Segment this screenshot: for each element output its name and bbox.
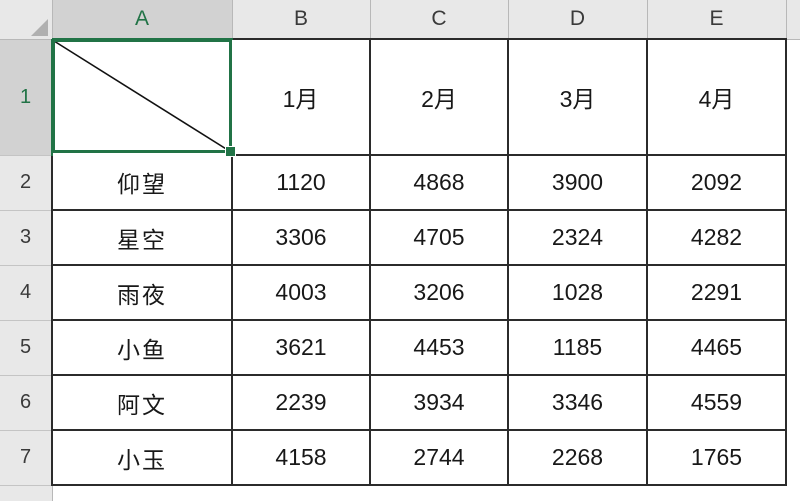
row-header-7[interactable]: 7 <box>0 430 53 486</box>
cell-f8-partial[interactable] <box>786 485 800 501</box>
cell-c7[interactable]: 2744 <box>370 430 509 486</box>
cell-b4[interactable]: 4003 <box>232 265 371 321</box>
cell-b7[interactable]: 4158 <box>232 430 371 486</box>
cell-e2[interactable]: 2092 <box>647 155 787 211</box>
column-header-a[interactable]: A <box>52 0 233 40</box>
cell-d4[interactable]: 1028 <box>508 265 648 321</box>
row-header-1[interactable]: 1 <box>0 39 53 156</box>
column-header-e[interactable]: E <box>647 0 787 40</box>
row-header-6[interactable]: 6 <box>0 375 53 431</box>
cell-f6-partial[interactable] <box>786 375 800 430</box>
cell-e1[interactable]: 4月 <box>647 38 787 156</box>
sheet-row-5: 5 小鱼 3621 4453 1185 4465 <box>0 320 800 376</box>
cell-b3[interactable]: 3306 <box>232 210 371 266</box>
cell-a7[interactable]: 小玉 <box>51 430 233 486</box>
cell-d2[interactable]: 3900 <box>508 155 648 211</box>
cell-f4-partial[interactable] <box>786 265 800 320</box>
cell-f2-partial[interactable] <box>786 155 800 210</box>
sheet-row-4: 4 雨夜 4003 3206 1028 2291 <box>0 265 800 321</box>
sheet-row-3: 3 星空 3306 4705 2324 4282 <box>0 210 800 266</box>
row-header-5[interactable]: 5 <box>0 320 53 376</box>
sheet-row-7: 7 小玉 4158 2744 2268 1765 <box>0 430 800 486</box>
cell-c1[interactable]: 2月 <box>370 38 509 156</box>
sheet-row-8-partial <box>0 485 800 501</box>
cell-b2[interactable]: 1120 <box>232 155 371 211</box>
cell-a8-partial[interactable] <box>52 485 232 501</box>
cell-e4[interactable]: 2291 <box>647 265 787 321</box>
cell-c6[interactable]: 3934 <box>370 375 509 431</box>
cell-a4[interactable]: 雨夜 <box>51 265 233 321</box>
cell-c8-partial[interactable] <box>370 485 508 501</box>
cell-f1-partial[interactable] <box>786 39 800 155</box>
cell-d8-partial[interactable] <box>508 485 647 501</box>
cell-d6[interactable]: 3346 <box>508 375 648 431</box>
cell-a2[interactable]: 仰望 <box>51 155 233 211</box>
column-header-b[interactable]: B <box>232 0 371 40</box>
cell-a6[interactable]: 阿文 <box>51 375 233 431</box>
sheet-row-2: 2 仰望 1120 4868 3900 2092 <box>0 155 800 211</box>
row-header-4[interactable]: 4 <box>0 265 53 321</box>
cell-a5[interactable]: 小鱼 <box>51 320 233 376</box>
cell-d1[interactable]: 3月 <box>508 38 648 156</box>
cell-d5[interactable]: 1185 <box>508 320 648 376</box>
cell-f3-partial[interactable] <box>786 210 800 265</box>
cell-c2[interactable]: 4868 <box>370 155 509 211</box>
cell-c4[interactable]: 3206 <box>370 265 509 321</box>
row-header-3[interactable]: 3 <box>0 210 53 266</box>
sheet-row-6: 6 阿文 2239 3934 3346 4559 <box>0 375 800 431</box>
row-header-2[interactable]: 2 <box>0 155 53 211</box>
spreadsheet-app: A B C D E 1 1月 2月 3月 4月 2 仰望 1120 4868 3… <box>0 0 800 501</box>
cell-d3[interactable]: 2324 <box>508 210 648 266</box>
cell-a1[interactable] <box>52 39 232 155</box>
cell-f5-partial[interactable] <box>786 320 800 375</box>
cell-b5[interactable]: 3621 <box>232 320 371 376</box>
cell-b1[interactable]: 1月 <box>232 38 371 156</box>
cell-e6[interactable]: 4559 <box>647 375 787 431</box>
select-all-triangle-icon <box>30 18 48 36</box>
cell-d7[interactable]: 2268 <box>508 430 648 486</box>
cell-b6[interactable]: 2239 <box>232 375 371 431</box>
select-all-corner[interactable] <box>0 0 53 40</box>
sheet-row-1: 1 1月 2月 3月 4月 <box>0 38 800 156</box>
row-header-8-partial[interactable] <box>0 485 53 501</box>
column-header-row: A B C D E <box>0 0 800 40</box>
cell-f7-partial[interactable] <box>786 430 800 485</box>
cell-b8-partial[interactable] <box>232 485 370 501</box>
spreadsheet-grid: A B C D E 1 1月 2月 3月 4月 2 仰望 1120 4868 3… <box>0 0 800 501</box>
column-header-c[interactable]: C <box>370 0 509 40</box>
cell-e7[interactable]: 1765 <box>647 430 787 486</box>
cell-e5[interactable]: 4465 <box>647 320 787 376</box>
cell-c3[interactable]: 4705 <box>370 210 509 266</box>
cell-c5[interactable]: 4453 <box>370 320 509 376</box>
fill-handle[interactable] <box>225 146 236 157</box>
column-header-d[interactable]: D <box>508 0 648 40</box>
cell-a3[interactable]: 星空 <box>51 210 233 266</box>
column-header-f-partial[interactable] <box>786 0 800 40</box>
cell-e8-partial[interactable] <box>647 485 786 501</box>
cell-e3[interactable]: 4282 <box>647 210 787 266</box>
